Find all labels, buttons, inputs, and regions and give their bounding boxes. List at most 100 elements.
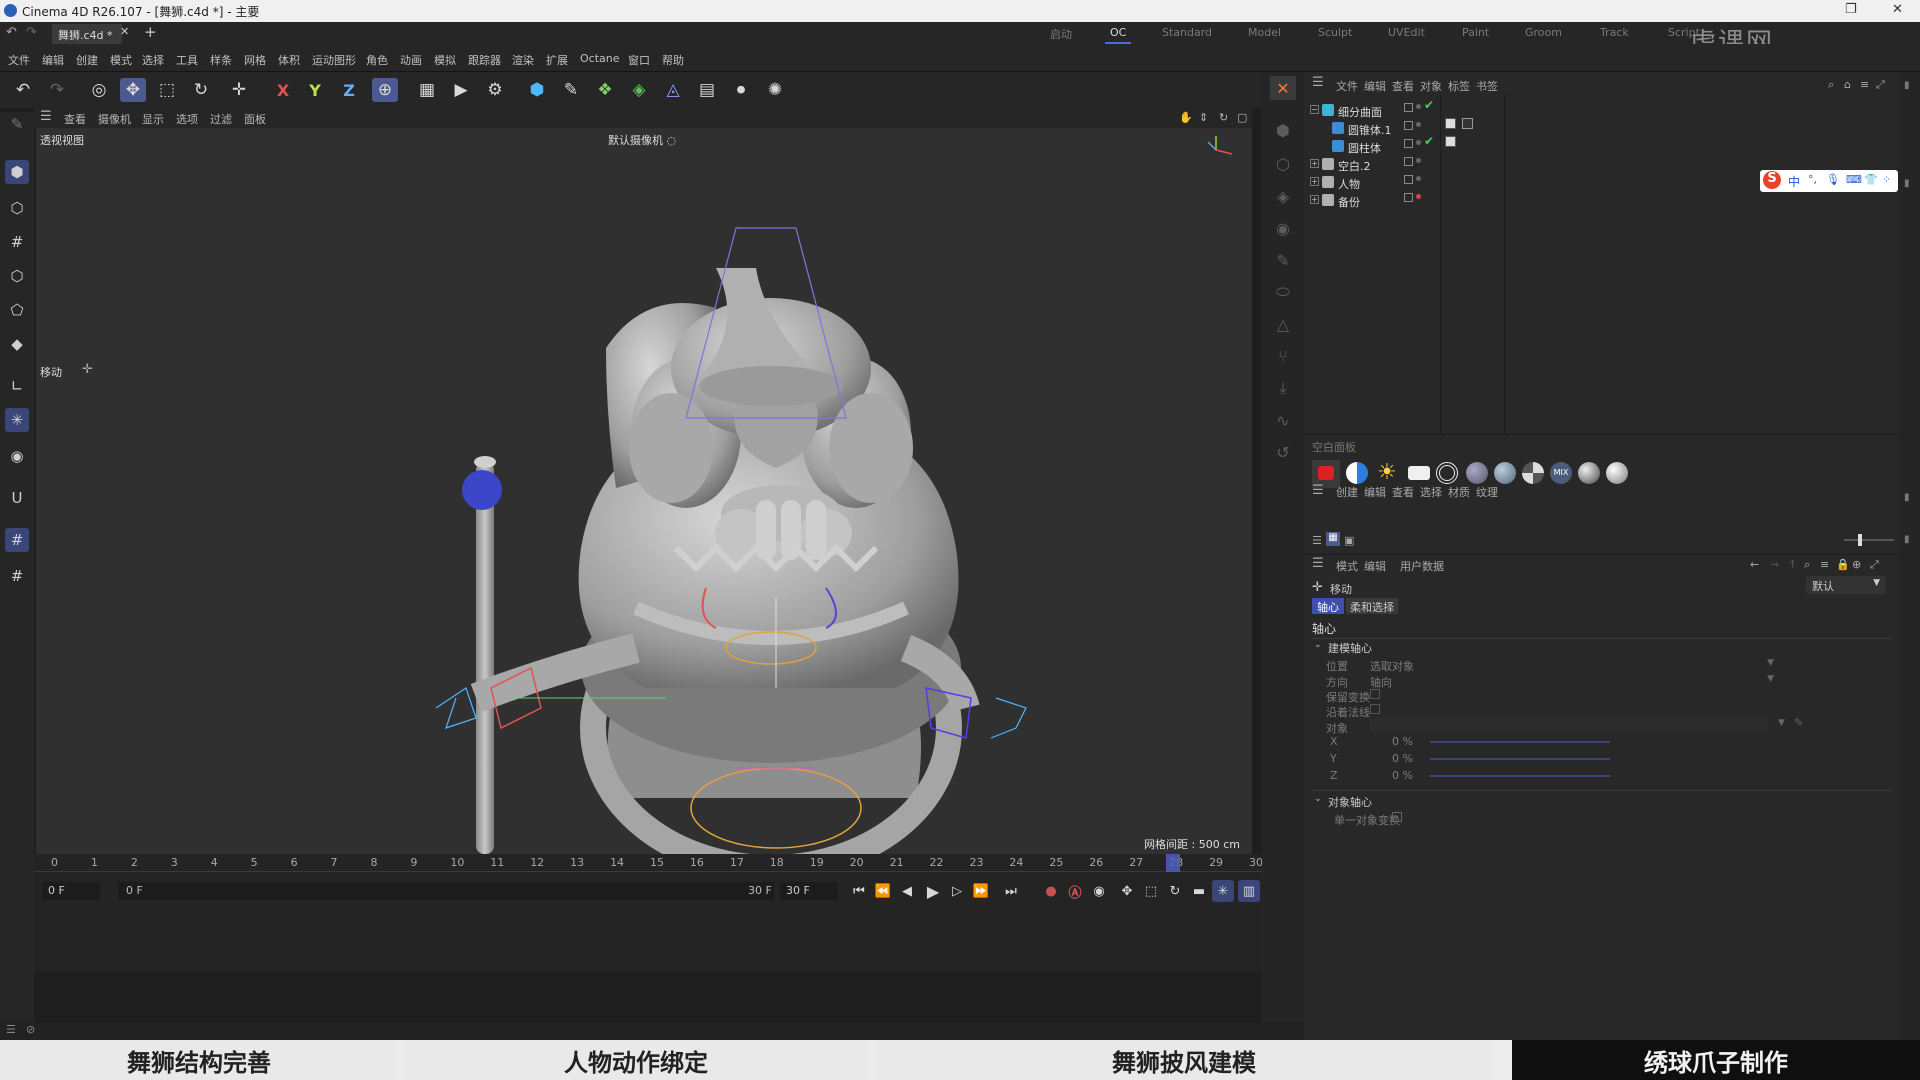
edit-mode-icon[interactable]: ✎ — [5, 112, 29, 136]
layout-groom[interactable]: Groom — [1525, 26, 1562, 39]
render-dot[interactable] — [1416, 158, 1421, 163]
render-dot[interactable] — [1416, 176, 1421, 181]
side-object-icon[interactable]: ⬡ — [1271, 152, 1295, 176]
tweak-mode-icon[interactable]: ✳ — [5, 408, 29, 432]
ime-grid-icon[interactable]: ⁘ — [1882, 173, 1891, 186]
object-axis-group[interactable]: 对象轴心 — [1328, 794, 1372, 810]
select-tool-icon[interactable]: ◎ — [86, 78, 112, 102]
am-search-icon[interactable]: ⌕ — [1804, 558, 1810, 572]
spline-pen-icon[interactable]: ✎ — [558, 78, 584, 102]
guide-snap-icon[interactable]: # — [5, 564, 29, 588]
perspective-viewport[interactable]: 透视视图 默认摄像机 ◌ 移动 ✛ 网格间距 : 500 cm — [36, 128, 1252, 854]
octane-camera-icon[interactable] — [1436, 462, 1458, 484]
side-paint-icon[interactable]: ⬭ — [1271, 280, 1295, 304]
editor-visibility-toggle[interactable] — [1404, 157, 1413, 166]
phong-tag-icon[interactable] — [1445, 118, 1456, 129]
render-dot-red[interactable] — [1416, 194, 1421, 199]
ime-mic-icon[interactable]: 🎙 — [1826, 173, 1840, 186]
menu-edit[interactable]: 编辑 — [42, 52, 64, 68]
restore-window-button[interactable]: ❐ — [1845, 2, 1857, 17]
editor-visibility-toggle[interactable] — [1404, 139, 1413, 148]
y-value[interactable]: 0 % — [1392, 752, 1413, 765]
side-loop-icon[interactable]: ↺ — [1271, 440, 1295, 464]
enabled-check-icon[interactable]: ✔ — [1424, 134, 1434, 148]
octane-specular-material-icon[interactable] — [1522, 462, 1544, 484]
pick-object-icon[interactable]: ✎ — [1794, 716, 1803, 729]
collapse-group-icon[interactable]: ⌄ — [1314, 794, 1322, 804]
side-texture-icon[interactable]: ◈ — [1271, 184, 1295, 208]
ime-toolbar[interactable]: S 中 °, 🎙 ⌨ 👕 ⁘ — [1760, 170, 1898, 192]
render-to-picture-viewer-icon[interactable]: ▶ — [448, 78, 474, 102]
menu-window[interactable]: 窗口 — [628, 52, 650, 68]
expand-icon[interactable]: + — [1310, 177, 1319, 186]
render-dot[interactable] — [1416, 104, 1421, 109]
ime-skin-icon[interactable]: 👕 — [1864, 173, 1878, 186]
om-menu-objects[interactable]: 对象 — [1420, 78, 1442, 94]
next-key-icon[interactable]: ⏩ — [970, 880, 992, 902]
chapter-tab-1[interactable]: 舞狮结构完善 — [0, 1040, 398, 1080]
octane-diffuse-material-icon[interactable] — [1466, 462, 1488, 484]
viewport-menu-panel[interactable]: 面板 — [244, 111, 266, 127]
staff-object[interactable] — [462, 456, 502, 854]
x-slider[interactable] — [1430, 741, 1610, 743]
am-up-icon[interactable]: ↑ — [1788, 558, 1797, 571]
cube-object-icon[interactable]: ⬢ — [524, 78, 550, 102]
side-download-icon[interactable]: ⤓ — [1271, 376, 1295, 400]
viewport-zoom-icon[interactable]: ⇕ — [1199, 111, 1208, 124]
texture-tag-icon[interactable] — [1462, 118, 1473, 129]
timeline-ruler[interactable]: 0 1 2 3 4 5 6 7 8 9 10 11 12 13 14 15 16 17 18 19 20 21 22 23 24… — [34, 854, 1263, 872]
chapter-tab-2[interactable]: 人物动作绑定 — [402, 1040, 870, 1080]
collapse-group-icon[interactable]: ⌄ — [1314, 640, 1322, 650]
camera-icon[interactable]: ⏺ — [728, 78, 754, 102]
layout-standard[interactable]: Standard — [1162, 26, 1212, 39]
om-menu-edit[interactable]: 编辑 — [1364, 78, 1386, 94]
new-tab-button[interactable]: + — [144, 23, 157, 41]
octane-universal-material-icon[interactable] — [1606, 462, 1628, 484]
viewport-rotate-icon[interactable]: ↻ — [1219, 111, 1228, 124]
mm-menu-create[interactable]: 创建 — [1336, 484, 1358, 500]
menu-help[interactable]: 帮助 — [662, 52, 684, 68]
mm-menu-texture[interactable]: 纹理 — [1476, 484, 1498, 500]
om-expand-icon[interactable]: ⤢ — [1876, 78, 1885, 92]
grid-view-icon[interactable]: ▦ — [1326, 532, 1340, 546]
undo-history-icon[interactable]: ↶ — [6, 25, 17, 40]
om-search-icon[interactable]: ⌕ — [1828, 78, 1834, 92]
transform-tool-icon[interactable]: ✛ — [226, 78, 252, 102]
preview-range-slider[interactable]: 0 F 30 F — [118, 882, 774, 900]
mm-menu-edit[interactable]: 编辑 — [1364, 484, 1386, 500]
viewport-maximize-icon[interactable]: ▢ — [1237, 111, 1247, 124]
viewport-menu-cameras[interactable]: 摄像机 — [98, 111, 131, 127]
layout-uvedit[interactable]: UVEdit — [1388, 26, 1425, 39]
go-to-start-icon[interactable]: ⏮ — [848, 880, 870, 902]
workplane-icon[interactable]: # — [5, 230, 29, 254]
am-expand-icon[interactable]: ⤢ — [1870, 558, 1879, 572]
menu-mode[interactable]: 模式 — [110, 52, 132, 68]
redo-icon[interactable]: ↷ — [44, 78, 70, 102]
ime-punct-icon[interactable]: °, — [1808, 173, 1817, 186]
retain-changes-checkbox[interactable] — [1370, 689, 1380, 699]
am-menu-hamburger-icon[interactable]: ☰ — [1312, 556, 1324, 571]
single-object-checkbox[interactable] — [1392, 812, 1402, 822]
edge-tab-objects[interactable]: ▮ — [1904, 80, 1910, 91]
am-back-icon[interactable]: ← — [1750, 558, 1759, 571]
status-menu-icon[interactable]: ☰ — [6, 1023, 16, 1036]
side-cube-icon[interactable]: ⬢ — [1271, 118, 1295, 142]
viewport-menu-hamburger-icon[interactable]: ☰ — [40, 109, 52, 124]
layout-track[interactable]: Track — [1600, 26, 1629, 39]
menu-render[interactable]: 渲染 — [512, 52, 534, 68]
render-region-icon[interactable]: ✕ — [1270, 76, 1296, 100]
render-dot[interactable] — [1416, 122, 1421, 127]
current-frame-field[interactable]: 0 F — [42, 882, 100, 900]
ime-keyboard-icon[interactable]: ⌨ — [1846, 173, 1862, 186]
chapter-tab-4[interactable]: 绣球爪子制作 — [1512, 1040, 1920, 1080]
document-tab[interactable]: 舞狮.c4d * — [52, 24, 122, 44]
am-menu-edit[interactable]: 编辑 — [1364, 558, 1386, 574]
chapter-tab-3[interactable]: 舞狮披风建模 — [874, 1040, 1494, 1080]
timeline-mode-icon[interactable]: ▥ — [1238, 880, 1260, 902]
object-row-null2[interactable]: + 空白.2 — [1310, 156, 1550, 174]
viewport-pan-icon[interactable]: ✋ — [1179, 111, 1193, 124]
end-frame-field[interactable]: 30 F — [780, 882, 838, 900]
menu-tools[interactable]: 工具 — [176, 52, 198, 68]
go-to-end-icon[interactable]: ⏭ — [1000, 880, 1022, 902]
om-menu-bookmarks[interactable]: 书签 — [1476, 78, 1498, 94]
